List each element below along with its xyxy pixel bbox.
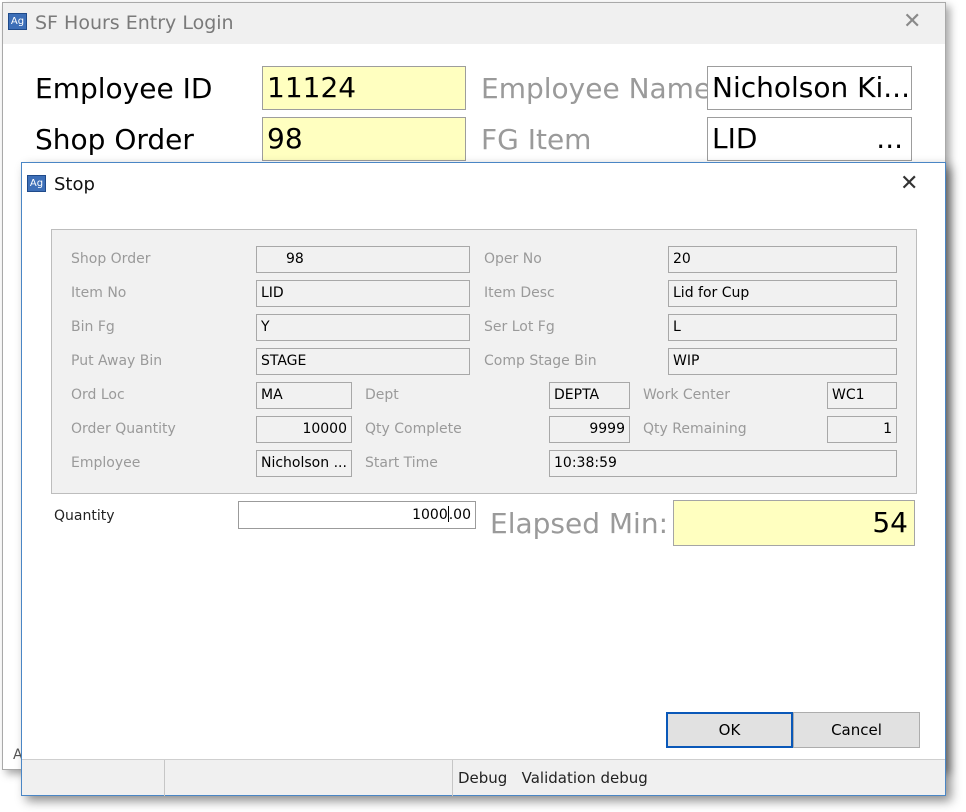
put-away-bin-label: Put Away Bin (71, 353, 163, 369)
shop-order-field[interactable]: 98 (262, 117, 466, 161)
bin-fg-label: Bin Fg (71, 319, 115, 335)
put-away-bin-field: STAGE (256, 348, 470, 375)
employee-id-label: Employee ID (35, 72, 213, 105)
elapsed-min-label: Elapsed Min: (490, 507, 669, 540)
stop-dialog: Ag Stop ✕ Shop Order 98 Oper No 20 Item … (21, 162, 946, 796)
quantity-value-decimal: .00 (448, 507, 471, 523)
status-separator (452, 760, 453, 796)
item-no-field: LID (256, 280, 470, 307)
shop-order-label: Shop Order (71, 251, 151, 267)
qty-complete-label: Qty Complete (365, 421, 462, 437)
ord-loc-field: MA (256, 382, 352, 409)
order-quantity-label: Order Quantity (71, 421, 176, 437)
ser-lot-fg-field: L (668, 314, 897, 341)
item-no-label: Item No (71, 285, 127, 301)
start-time-label: Start Time (365, 455, 438, 471)
oper-no-label: Oper No (484, 251, 542, 267)
item-desc-field: Lid for Cup (668, 280, 897, 307)
work-center-field: WC1 (827, 382, 897, 409)
order-quantity-field: 10000 (256, 416, 352, 443)
fg-item-field: LID ... (707, 117, 912, 161)
stop-dialog-title: Stop (54, 174, 95, 195)
status-separator (164, 760, 165, 796)
employee-id-field[interactable]: 11124 (262, 66, 466, 110)
status-debug-text: Debug Validation debug (458, 769, 648, 787)
shop-order-label: Shop Order (35, 123, 194, 156)
ser-lot-fg-label: Ser Lot Fg (484, 319, 555, 335)
bin-fg-field: Y (256, 314, 470, 341)
comp-stage-bin-label: Comp Stage Bin (484, 353, 597, 369)
qty-remaining-field: 1 (827, 416, 897, 443)
cancel-button[interactable]: Cancel (793, 712, 920, 748)
ok-button[interactable]: OK (666, 712, 793, 748)
employee-name-field: Nicholson Ki... (707, 66, 912, 110)
fg-item-value: LID (712, 122, 758, 155)
order-details-panel: Shop Order 98 Oper No 20 Item No LID Ite… (51, 229, 917, 494)
quantity-value-integer: 1000 (412, 507, 448, 523)
login-close-icon[interactable]: ✕ (903, 9, 921, 35)
dept-field: DEPTA (549, 382, 630, 409)
status-bar: Debug Validation debug (22, 759, 945, 796)
item-desc-label: Item Desc (484, 285, 555, 301)
dept-label: Dept (365, 387, 399, 403)
work-center-label: Work Center (643, 387, 731, 403)
start-time-field: 10:38:59 (549, 450, 897, 477)
comp-stage-bin-field: WIP (668, 348, 897, 375)
qty-complete-field: 9999 (549, 416, 630, 443)
employee-field: Nicholson ... (256, 450, 352, 477)
ord-loc-label: Ord Loc (71, 387, 125, 403)
elapsed-min-field: 54 (673, 500, 915, 546)
employee-label: Employee (71, 455, 141, 471)
oper-no-field: 20 (668, 246, 897, 273)
app-icon: Ag (8, 13, 27, 30)
app-icon: Ag (27, 175, 46, 192)
qty-remaining-label: Qty Remaining (643, 421, 747, 437)
employee-name-label: Employee Name (481, 72, 712, 105)
shop-order-field: 98 (256, 246, 470, 273)
login-window-title: SF Hours Entry Login (35, 12, 234, 34)
fg-item-ellipsis: ... (876, 122, 903, 155)
quantity-input[interactable]: 1000.00 (238, 501, 476, 529)
login-title-bar: Ag SF Hours Entry Login ✕ (3, 3, 945, 44)
stop-close-icon[interactable]: ✕ (900, 171, 918, 197)
fg-item-label: FG Item (481, 123, 592, 156)
stop-title-bar: Ag Stop ✕ (22, 163, 945, 207)
quantity-label: Quantity (54, 508, 115, 524)
